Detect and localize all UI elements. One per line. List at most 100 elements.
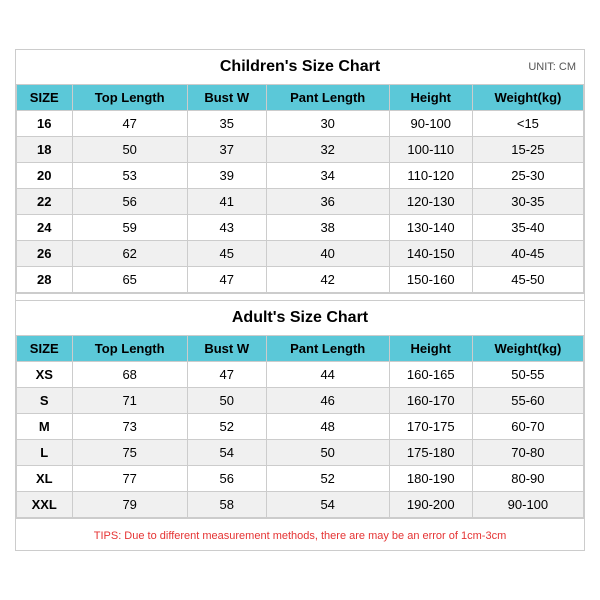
table-cell: 25-30: [472, 163, 583, 189]
table-cell: 44: [266, 362, 389, 388]
table-cell: XL: [17, 466, 73, 492]
table-cell: 110-120: [389, 163, 472, 189]
adult-col-weight: Weight(kg): [472, 336, 583, 362]
table-cell: 68: [72, 362, 187, 388]
table-cell: 170-175: [389, 414, 472, 440]
table-cell: 59: [72, 215, 187, 241]
table-row: 28654742150-16045-50: [17, 267, 584, 293]
table-cell: 140-150: [389, 241, 472, 267]
table-cell: 36: [266, 189, 389, 215]
table-cell: 77: [72, 466, 187, 492]
children-table: SIZE Top Length Bust W Pant Length Heigh…: [16, 84, 584, 293]
children-col-top-length: Top Length: [72, 85, 187, 111]
children-col-weight: Weight(kg): [472, 85, 583, 111]
table-cell: 75: [72, 440, 187, 466]
table-cell: 50: [72, 137, 187, 163]
table-row: XL775652180-19080-90: [17, 466, 584, 492]
table-cell: 160-170: [389, 388, 472, 414]
children-header-row: SIZE Top Length Bust W Pant Length Heigh…: [17, 85, 584, 111]
table-cell: 38: [266, 215, 389, 241]
table-cell: 62: [72, 241, 187, 267]
table-cell: 120-130: [389, 189, 472, 215]
adult-col-pant-length: Pant Length: [266, 336, 389, 362]
table-cell: 50: [187, 388, 266, 414]
table-cell: 52: [266, 466, 389, 492]
table-row: XS684744160-16550-55: [17, 362, 584, 388]
children-col-pant-length: Pant Length: [266, 85, 389, 111]
table-cell: 80-90: [472, 466, 583, 492]
table-cell: 16: [17, 111, 73, 137]
table-cell: 73: [72, 414, 187, 440]
table-cell: 22: [17, 189, 73, 215]
table-cell: 45: [187, 241, 266, 267]
table-cell: 50-55: [472, 362, 583, 388]
table-cell: 54: [187, 440, 266, 466]
unit-label: UNIT: CM: [528, 61, 576, 73]
table-row: 18503732100-11015-25: [17, 137, 584, 163]
table-cell: 50: [266, 440, 389, 466]
table-cell: 56: [187, 466, 266, 492]
table-row: M735248170-17560-70: [17, 414, 584, 440]
table-cell: 15-25: [472, 137, 583, 163]
tips-text: TIPS: Due to different measurement metho…: [94, 530, 506, 542]
table-cell: 100-110: [389, 137, 472, 163]
table-cell: 48: [266, 414, 389, 440]
table-cell: M: [17, 414, 73, 440]
section-divider: [16, 293, 584, 301]
table-cell: 35-40: [472, 215, 583, 241]
table-cell: L: [17, 440, 73, 466]
children-title-row: Children's Size Chart UNIT: CM: [16, 50, 584, 84]
table-cell: 79: [72, 492, 187, 518]
children-col-size: SIZE: [17, 85, 73, 111]
table-row: S715046160-17055-60: [17, 388, 584, 414]
table-cell: XS: [17, 362, 73, 388]
table-cell: 150-160: [389, 267, 472, 293]
table-cell: 46: [266, 388, 389, 414]
adult-col-size: SIZE: [17, 336, 73, 362]
table-row: 22564136120-13030-35: [17, 189, 584, 215]
table-cell: 56: [72, 189, 187, 215]
table-cell: 41: [187, 189, 266, 215]
table-cell: 28: [17, 267, 73, 293]
table-cell: 34: [266, 163, 389, 189]
adult-col-top-length: Top Length: [72, 336, 187, 362]
table-cell: 190-200: [389, 492, 472, 518]
table-cell: 175-180: [389, 440, 472, 466]
table-cell: 40: [266, 241, 389, 267]
table-cell: 18: [17, 137, 73, 163]
table-cell: 90-100: [389, 111, 472, 137]
table-cell: 40-45: [472, 241, 583, 267]
tips-row: TIPS: Due to different measurement metho…: [16, 518, 584, 550]
adult-col-height: Height: [389, 336, 472, 362]
table-cell: 37: [187, 137, 266, 163]
table-cell: 47: [187, 267, 266, 293]
table-row: 1647353090-100<15: [17, 111, 584, 137]
children-col-height: Height: [389, 85, 472, 111]
adult-title: Adult's Size Chart: [232, 309, 368, 326]
table-cell: 71: [72, 388, 187, 414]
table-cell: 35: [187, 111, 266, 137]
table-cell: 160-165: [389, 362, 472, 388]
table-row: 26624540140-15040-45: [17, 241, 584, 267]
children-title: Children's Size Chart: [220, 58, 380, 75]
table-cell: 32: [266, 137, 389, 163]
adult-col-bust: Bust W: [187, 336, 266, 362]
table-cell: <15: [472, 111, 583, 137]
table-cell: 60-70: [472, 414, 583, 440]
table-cell: 39: [187, 163, 266, 189]
table-cell: 24: [17, 215, 73, 241]
table-cell: 45-50: [472, 267, 583, 293]
table-row: XXL795854190-20090-100: [17, 492, 584, 518]
table-cell: 180-190: [389, 466, 472, 492]
table-cell: 47: [187, 362, 266, 388]
table-row: L755450175-18070-80: [17, 440, 584, 466]
table-cell: S: [17, 388, 73, 414]
table-cell: 52: [187, 414, 266, 440]
table-cell: 20: [17, 163, 73, 189]
table-cell: 53: [72, 163, 187, 189]
adult-header-row: SIZE Top Length Bust W Pant Length Heigh…: [17, 336, 584, 362]
table-row: 20533934110-12025-30: [17, 163, 584, 189]
table-cell: 65: [72, 267, 187, 293]
children-col-bust: Bust W: [187, 85, 266, 111]
table-cell: 90-100: [472, 492, 583, 518]
